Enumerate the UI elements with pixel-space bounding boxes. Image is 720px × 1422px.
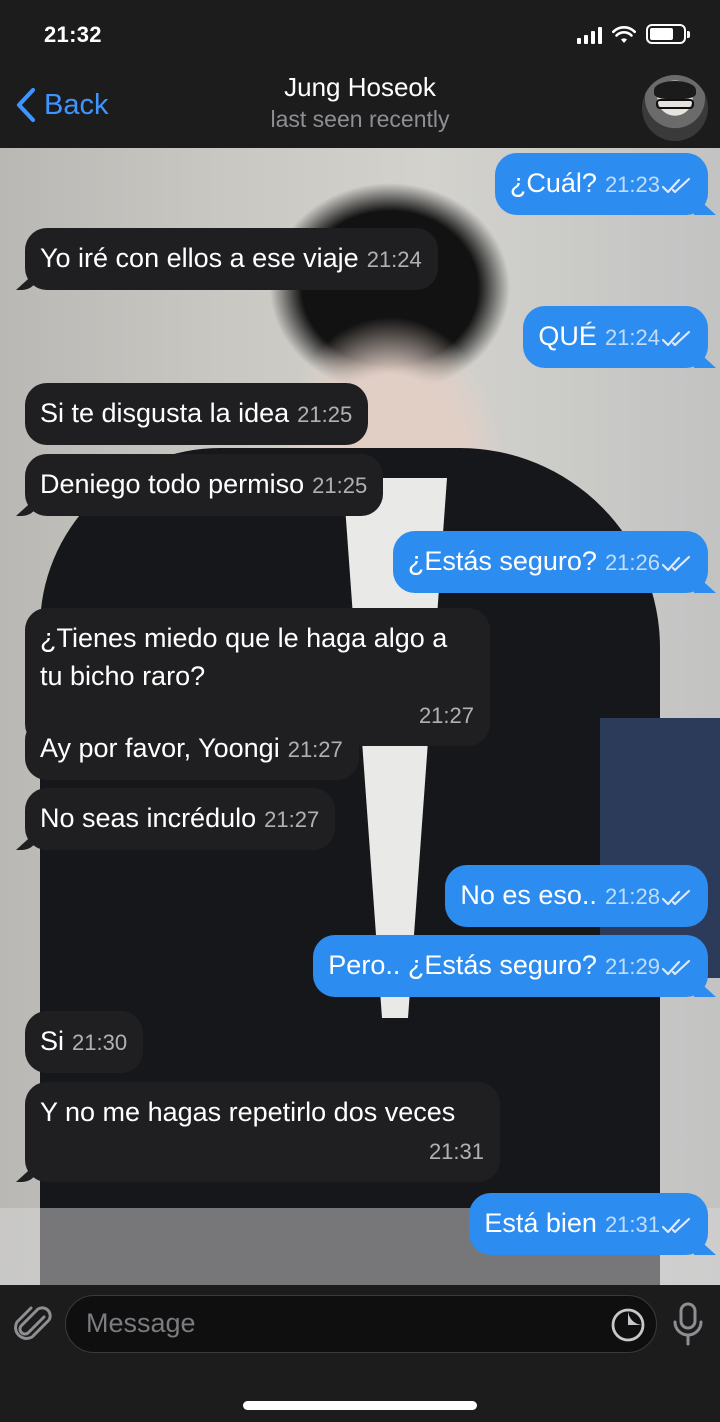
- incoming-message[interactable]: Si 21:30: [25, 1011, 144, 1073]
- double-check-icon: [662, 959, 691, 976]
- incoming-message[interactable]: Y no me hagas repetirlo dos veces 21:31: [25, 1082, 500, 1182]
- message-time: 21:24: [366, 247, 422, 272]
- message-text: No seas incrédulo: [40, 803, 257, 833]
- message-input-wrapper: [65, 1295, 657, 1353]
- message-time: 21:27: [264, 807, 320, 832]
- composer-bar: [0, 1285, 720, 1422]
- incoming-message[interactable]: Yo iré con ellos a ese viaje 21:24: [25, 228, 438, 290]
- avatar[interactable]: [642, 75, 708, 141]
- message-text: QUÉ: [538, 321, 597, 351]
- message-time: 21:24: [604, 325, 660, 350]
- double-check-icon: [662, 555, 691, 572]
- message-text: Y no me hagas repetirlo dos veces: [40, 1097, 456, 1127]
- double-check-icon: [662, 330, 691, 347]
- microphone-icon[interactable]: [670, 1301, 706, 1347]
- chat-title[interactable]: Jung Hoseok: [0, 72, 720, 103]
- double-check-icon: [662, 1217, 691, 1234]
- message-text: Ay por favor, Yoongi: [40, 733, 280, 763]
- message-time: 21:26: [604, 550, 660, 575]
- message-time: 21:25: [312, 473, 368, 498]
- outgoing-message[interactable]: QUÉ 21:24: [523, 306, 708, 368]
- incoming-message[interactable]: No seas incrédulo 21:27: [25, 788, 336, 850]
- double-check-icon: [662, 889, 691, 906]
- message-time: 21:25: [297, 402, 353, 427]
- message-text: Está bien: [484, 1208, 597, 1238]
- message-text: No es eso..: [460, 880, 597, 910]
- chat-area[interactable]: ¿Cuál? 21:23 Yo iré con ellos a ese viaje 2…: [0, 148, 720, 1285]
- message-time: 21:28: [604, 884, 660, 909]
- signal-icon: [577, 26, 602, 44]
- incoming-message[interactable]: Deniego todo permiso 21:25: [25, 454, 384, 516]
- sticker-icon[interactable]: [610, 1307, 646, 1343]
- message-text: ¿Tienes miedo que le haga algo a tu bich…: [40, 623, 448, 691]
- incoming-message[interactable]: Si te disgusta la idea 21:25: [25, 383, 369, 445]
- double-check-icon: [662, 177, 691, 194]
- message-time: 21:30: [72, 1030, 128, 1055]
- status-icons: [577, 24, 690, 44]
- message-input[interactable]: [86, 1296, 596, 1351]
- top-bar: 21:32 Back Jung Hoseok last seen recentl…: [0, 0, 720, 148]
- paperclip-icon[interactable]: [14, 1303, 54, 1347]
- outgoing-message[interactable]: ¿Estás seguro? 21:26: [392, 531, 708, 593]
- message-time: 21:27: [287, 737, 343, 762]
- message-text: Pero.. ¿Estás seguro?: [328, 950, 597, 980]
- incoming-message[interactable]: Ay por favor, Yoongi 21:27: [25, 718, 359, 780]
- outgoing-message[interactable]: Pero.. ¿Estás seguro? 21:29: [313, 935, 708, 997]
- chat-status: last seen recently: [270, 106, 450, 132]
- message-text: ¿Cuál?: [509, 168, 597, 198]
- outgoing-message[interactable]: ¿Cuál? 21:23: [494, 153, 708, 215]
- status-time: 21:32: [44, 22, 102, 47]
- message-text: ¿Estás seguro?: [407, 546, 597, 576]
- home-indicator: [243, 1401, 477, 1410]
- message-text: Si: [40, 1026, 65, 1056]
- message-text: Deniego todo permiso: [40, 469, 305, 499]
- wifi-icon: [612, 26, 636, 43]
- message-time: 21:31: [428, 1139, 484, 1164]
- message-time: 21:29: [604, 954, 660, 979]
- message-time: 21:27: [418, 703, 474, 728]
- message-time: 21:31: [604, 1212, 660, 1237]
- message-text: Si te disgusta la idea: [40, 398, 290, 428]
- outgoing-message[interactable]: Está bien 21:31: [469, 1193, 708, 1255]
- battery-icon: [646, 24, 690, 44]
- message-time: 21:23: [604, 172, 660, 197]
- outgoing-message[interactable]: No es eso.. 21:28: [445, 865, 708, 927]
- message-text: Yo iré con ellos a ese viaje: [40, 243, 359, 273]
